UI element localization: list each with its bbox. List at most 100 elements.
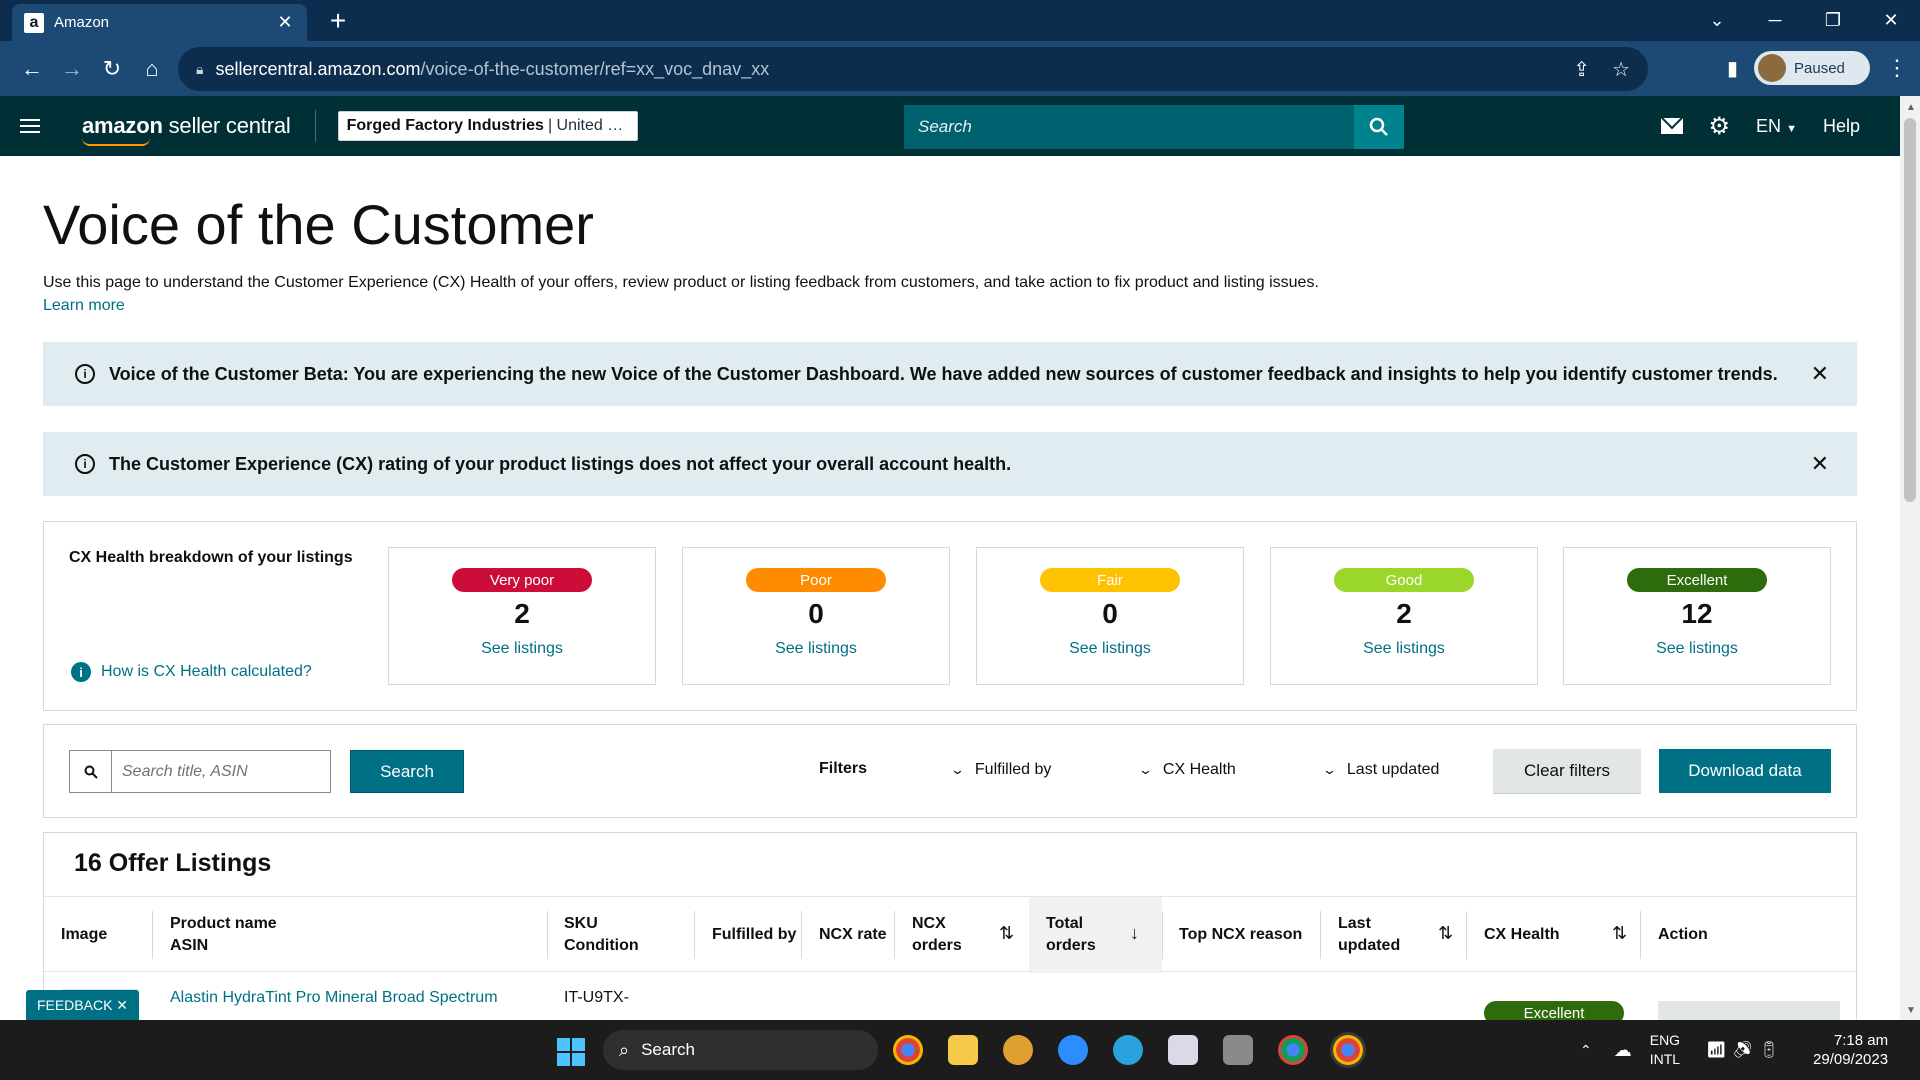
col-top-ncx-reason[interactable]: Top NCX reason: [1179, 897, 1302, 973]
col-ncx-orders[interactable]: NCX orders: [912, 897, 962, 973]
header-divider: [314, 110, 316, 142]
close-window-button[interactable]: ✕: [1862, 0, 1920, 41]
reload-button[interactable]: ↻: [92, 49, 132, 89]
sort-descending-icon[interactable]: ↓: [1130, 923, 1139, 944]
scroll-up-arrow-icon[interactable]: ▲: [1906, 102, 1916, 113]
seller-central-logo[interactable]: amazon seller central: [82, 113, 291, 146]
lock-icon[interactable]: 🔒︎: [196, 61, 203, 78]
close-icon[interactable]: ✕: [1811, 361, 1829, 387]
chrome-active-icon[interactable]: [1333, 1035, 1363, 1065]
feedback-button[interactable]: FEEDBACK ✕: [26, 990, 139, 1020]
col-sku[interactable]: SKU Condition: [564, 897, 639, 973]
see-listings-link[interactable]: See listings: [481, 640, 563, 658]
clock-time: 7:18 am: [1833, 1032, 1889, 1049]
header-search-input[interactable]: Search: [904, 117, 1354, 137]
zoom-icon[interactable]: [1058, 1035, 1088, 1065]
see-listings-link[interactable]: See listings: [1656, 640, 1738, 658]
col-cx-health[interactable]: CX Health: [1484, 897, 1560, 973]
header-search[interactable]: Search: [904, 105, 1404, 149]
window-controls: ⌄ ─ ❐ ✕: [1688, 0, 1920, 41]
store-selector[interactable]: Forged Factory Industries | United State…: [337, 111, 638, 141]
tab-title: Amazon: [54, 14, 110, 31]
col-last-label: Last: [1338, 915, 1371, 932]
app-icon[interactable]: [1003, 1035, 1033, 1065]
row-action-button[interactable]: [1658, 1001, 1840, 1020]
listing-search-input[interactable]: [111, 750, 331, 793]
profile-button[interactable]: Paused: [1754, 51, 1870, 85]
gear-icon[interactable]: ⚙: [1709, 112, 1731, 141]
clock-date: 29/09/2023: [1813, 1051, 1889, 1068]
col-product-name[interactable]: Product name ASIN: [170, 897, 277, 973]
browser-tab[interactable]: a Amazon ✕: [12, 4, 307, 41]
cx-health-dropdown[interactable]: ⌄ CX Health: [1138, 761, 1236, 779]
filter-bar: Search Filters ⌄ Fulfilled by ⌄ CX Healt…: [43, 724, 1857, 818]
see-listings-link[interactable]: See listings: [1069, 640, 1151, 658]
col-ncx-label: NCX: [912, 915, 946, 932]
close-icon[interactable]: ✕: [1811, 451, 1829, 477]
tab-close-icon[interactable]: ✕: [275, 12, 295, 33]
taskbar-search[interactable]: ⌕ Search: [603, 1030, 878, 1070]
info-icon: i: [71, 662, 91, 682]
clear-filters-button[interactable]: Clear filters: [1493, 749, 1641, 793]
telegram-icon[interactable]: [1113, 1035, 1143, 1065]
system-tray: ⌃ ☁ ENG INTL 📶︎🔊︎🔋︎ 7:18 am 29/09/2023: [1580, 1020, 1888, 1080]
lang-line-2: INTL: [1649, 1051, 1681, 1067]
product-name-link[interactable]: Alastin HydraTint Pro Mineral Broad Spec…: [170, 987, 530, 1009]
chrome-profile-icon[interactable]: [1278, 1035, 1308, 1065]
chevron-up-icon[interactable]: ⌃: [1580, 1042, 1592, 1059]
windows-start-icon[interactable]: [557, 1038, 585, 1066]
header-search-button[interactable]: [1354, 105, 1404, 149]
snipping-tool-icon[interactable]: [1168, 1035, 1198, 1065]
see-listings-link[interactable]: See listings: [1363, 640, 1445, 658]
chrome-icon[interactable]: [893, 1035, 923, 1065]
hamburger-menu-icon[interactable]: [0, 96, 60, 156]
page-scrollbar[interactable]: ▲ ▼: [1900, 96, 1920, 1020]
home-button[interactable]: ⌂: [132, 49, 172, 89]
share-icon[interactable]: ⇪: [1573, 57, 1590, 82]
tab-search-chevron-icon[interactable]: ⌄: [1688, 0, 1746, 41]
listings-title: 16 Offer Listings: [74, 849, 272, 877]
language-selector[interactable]: EN ▼: [1756, 116, 1797, 137]
side-panel-icon[interactable]: ▮: [1727, 56, 1738, 81]
back-button[interactable]: ←: [12, 49, 52, 89]
new-tab-button[interactable]: +: [322, 6, 354, 38]
bookmark-star-icon[interactable]: ☆: [1612, 57, 1630, 82]
file-explorer-icon[interactable]: [948, 1035, 978, 1065]
cx-tile-good: Good 2 See listings: [1270, 547, 1538, 685]
col-last-updated[interactable]: Last updated: [1338, 897, 1400, 973]
mail-icon[interactable]: [1660, 118, 1683, 134]
see-listings-link[interactable]: See listings: [775, 640, 857, 658]
help-link[interactable]: Help: [1823, 116, 1860, 137]
language-label: EN: [1756, 115, 1782, 136]
cx-rating-banner: i The Customer Experience (CX) rating of…: [43, 432, 1857, 496]
fulfilled-by-dropdown[interactable]: ⌄ Fulfilled by: [950, 761, 1052, 779]
sort-icon[interactable]: ⇅: [1438, 923, 1453, 944]
sort-icon[interactable]: ⇅: [999, 923, 1014, 944]
search-button[interactable]: Search: [350, 750, 464, 793]
cx-health-how-link[interactable]: i How is CX Health calculated?: [71, 662, 312, 682]
browser-menu-icon[interactable]: ⋮: [1886, 55, 1908, 81]
sort-icon[interactable]: ⇅: [1612, 923, 1627, 944]
col-total-orders[interactable]: Total orders: [1046, 897, 1096, 973]
minimize-button[interactable]: ─: [1746, 0, 1804, 41]
scroll-down-arrow-icon[interactable]: ▼: [1906, 1005, 1916, 1016]
column-divider: [694, 911, 695, 959]
column-divider: [801, 911, 802, 959]
col-fulfilled-by[interactable]: Fulfilled by: [712, 897, 796, 973]
cx-rating-banner-text: The Customer Experience (CX) rating of y…: [109, 453, 1012, 474]
last-updated-dropdown[interactable]: ⌄ Last updated: [1322, 761, 1440, 779]
restore-button[interactable]: ❐: [1804, 0, 1862, 41]
status-badge: Excellent: [1484, 1001, 1624, 1020]
address-bar[interactable]: 🔒︎ sellercentral.amazon.com/voice-of-the…: [178, 47, 1648, 91]
onedrive-icon[interactable]: ☁: [1614, 1040, 1632, 1061]
input-language[interactable]: ENG INTL: [1650, 1031, 1680, 1069]
column-divider: [1640, 911, 1641, 959]
network-volume-battery-icons[interactable]: 📶︎🔊︎🔋︎: [1706, 1040, 1785, 1060]
scroll-thumb[interactable]: [1904, 118, 1916, 502]
learn-more-link[interactable]: Learn more: [43, 297, 125, 315]
calculator-icon[interactable]: [1223, 1035, 1253, 1065]
clock[interactable]: 7:18 am 29/09/2023: [1813, 1031, 1888, 1069]
download-data-button[interactable]: Download data: [1659, 749, 1831, 793]
forward-button[interactable]: →: [52, 49, 92, 89]
col-ncx-rate[interactable]: NCX rate: [819, 897, 887, 973]
